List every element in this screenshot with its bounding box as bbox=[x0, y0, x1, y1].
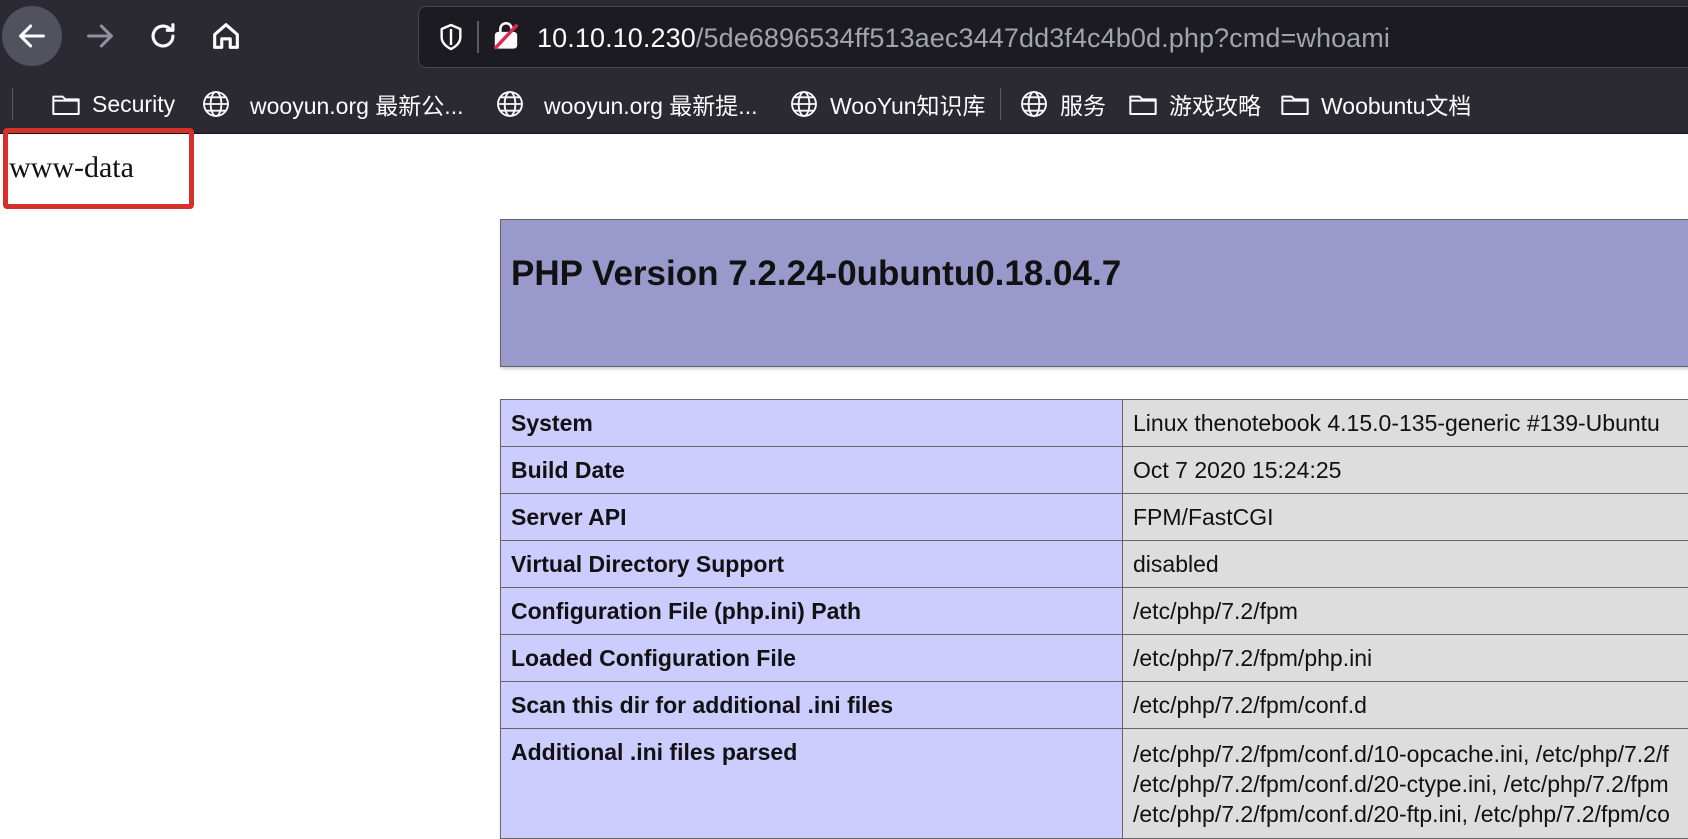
row-value: disabled bbox=[1123, 541, 1688, 588]
row-key: Virtual Directory Support bbox=[501, 541, 1123, 588]
table-row: Virtual Directory Support disabled bbox=[501, 541, 1688, 588]
bookmark-label: Security bbox=[92, 91, 175, 118]
row-value: Linux thenotebook 4.15.0-135-generic #13… bbox=[1123, 400, 1688, 447]
arrow-right-icon bbox=[83, 19, 117, 53]
bookmark-label: 游戏攻略 bbox=[1169, 87, 1261, 121]
row-key: Configuration File (php.ini) Path bbox=[501, 588, 1123, 635]
globe-icon bbox=[1018, 88, 1050, 120]
bookmark-label: wooyun.org 最新公... bbox=[250, 87, 463, 121]
bookmarks-separator bbox=[1000, 88, 1001, 120]
row-value: FPM/FastCGI bbox=[1123, 494, 1688, 541]
folder-icon bbox=[1127, 88, 1159, 120]
row-value: /etc/php/7.2/fpm/php.ini bbox=[1123, 635, 1688, 682]
table-row: Server API FPM/FastCGI bbox=[501, 494, 1688, 541]
reload-icon bbox=[146, 19, 180, 53]
table-row: Loaded Configuration File /etc/php/7.2/f… bbox=[501, 635, 1688, 682]
table-row: Configuration File (php.ini) Path /etc/p… bbox=[501, 588, 1688, 635]
url-host: 10.10.10.230 bbox=[537, 23, 696, 53]
tracking-shield-icon[interactable] bbox=[435, 21, 467, 53]
value-line: /etc/php/7.2/fpm/conf.d/10-opcache.ini, … bbox=[1133, 739, 1688, 769]
table-row: Scan this dir for additional .ini files … bbox=[501, 682, 1688, 729]
address-bar[interactable]: 10.10.10.230/5de6896534ff513aec3447dd3f4… bbox=[418, 6, 1688, 68]
bookmark-wooyun-submit[interactable]: wooyun.org 最新提... bbox=[494, 84, 757, 124]
row-value: /etc/php/7.2/fpm/conf.d bbox=[1123, 682, 1688, 729]
phpinfo-table: System Linux thenotebook 4.15.0-135-gene… bbox=[500, 399, 1688, 839]
insecure-lock-icon[interactable] bbox=[489, 19, 523, 53]
row-value: /etc/php/7.2/fpm/conf.d/10-opcache.ini, … bbox=[1123, 729, 1688, 839]
row-value: Oct 7 2020 15:24:25 bbox=[1123, 447, 1688, 494]
home-button[interactable] bbox=[196, 6, 256, 66]
home-icon bbox=[209, 19, 243, 53]
browser-toolbar: 10.10.10.230/5de6896534ff513aec3447dd3f4… bbox=[0, 0, 1688, 74]
reload-button[interactable] bbox=[133, 6, 193, 66]
bookmark-wooyun-kb[interactable]: WooYun知识库 bbox=[788, 84, 986, 124]
bookmark-game-guides[interactable]: 游戏攻略 bbox=[1127, 84, 1261, 124]
forward-button[interactable] bbox=[70, 6, 130, 66]
bookmark-woobuntu-docs[interactable]: Woobuntu文档 bbox=[1279, 84, 1471, 124]
row-key: Loaded Configuration File bbox=[501, 635, 1123, 682]
table-row: Additional .ini files parsed /etc/php/7.… bbox=[501, 729, 1688, 839]
bookmark-label: 服务 bbox=[1060, 87, 1106, 121]
row-key: Additional .ini files parsed bbox=[501, 729, 1123, 839]
folder-icon bbox=[50, 88, 82, 120]
globe-icon bbox=[494, 88, 526, 120]
bookmarks-toolbar: Security wooyun.org 最新公... wooyun.org 最新… bbox=[0, 74, 1688, 134]
url-path: /5de6896534ff513aec3447dd3f4c4b0d.php?cm… bbox=[696, 23, 1390, 53]
arrow-left-icon bbox=[15, 19, 49, 53]
phpinfo-header: PHP Version 7.2.24-0ubuntu0.18.04.7 bbox=[500, 219, 1688, 367]
php-version-title: PHP Version 7.2.24-0ubuntu0.18.04.7 bbox=[511, 254, 1121, 294]
row-key: Server API bbox=[501, 494, 1123, 541]
back-button[interactable] bbox=[2, 6, 62, 66]
bookmark-wooyun-public[interactable]: wooyun.org 最新公... bbox=[200, 84, 463, 124]
address-bar-separator bbox=[477, 21, 479, 53]
folder-icon bbox=[1279, 88, 1311, 120]
row-value: /etc/php/7.2/fpm bbox=[1123, 588, 1688, 635]
url-text[interactable]: 10.10.10.230/5de6896534ff513aec3447dd3f4… bbox=[537, 21, 1390, 55]
table-row: System Linux thenotebook 4.15.0-135-gene… bbox=[501, 400, 1688, 447]
value-line: /etc/php/7.2/fpm/conf.d/20-ftp.ini, /etc… bbox=[1133, 799, 1688, 829]
row-key: Scan this dir for additional .ini files bbox=[501, 682, 1123, 729]
globe-icon bbox=[200, 88, 232, 120]
bookmark-label: wooyun.org 最新提... bbox=[544, 87, 757, 121]
value-line: /etc/php/7.2/fpm/conf.d/20-ctype.ini, /e… bbox=[1133, 769, 1688, 799]
bookmark-security[interactable]: Security bbox=[50, 84, 175, 124]
bookmark-services[interactable]: 服务 bbox=[1018, 84, 1106, 124]
bookmark-label: Woobuntu文档 bbox=[1321, 87, 1471, 121]
globe-icon bbox=[788, 88, 820, 120]
row-key: Build Date bbox=[501, 447, 1123, 494]
table-row: Build Date Oct 7 2020 15:24:25 bbox=[501, 447, 1688, 494]
bookmarks-separator bbox=[12, 88, 13, 120]
highlight-box bbox=[3, 128, 194, 209]
row-key: System bbox=[501, 400, 1123, 447]
bookmark-label: WooYun知识库 bbox=[830, 87, 986, 121]
